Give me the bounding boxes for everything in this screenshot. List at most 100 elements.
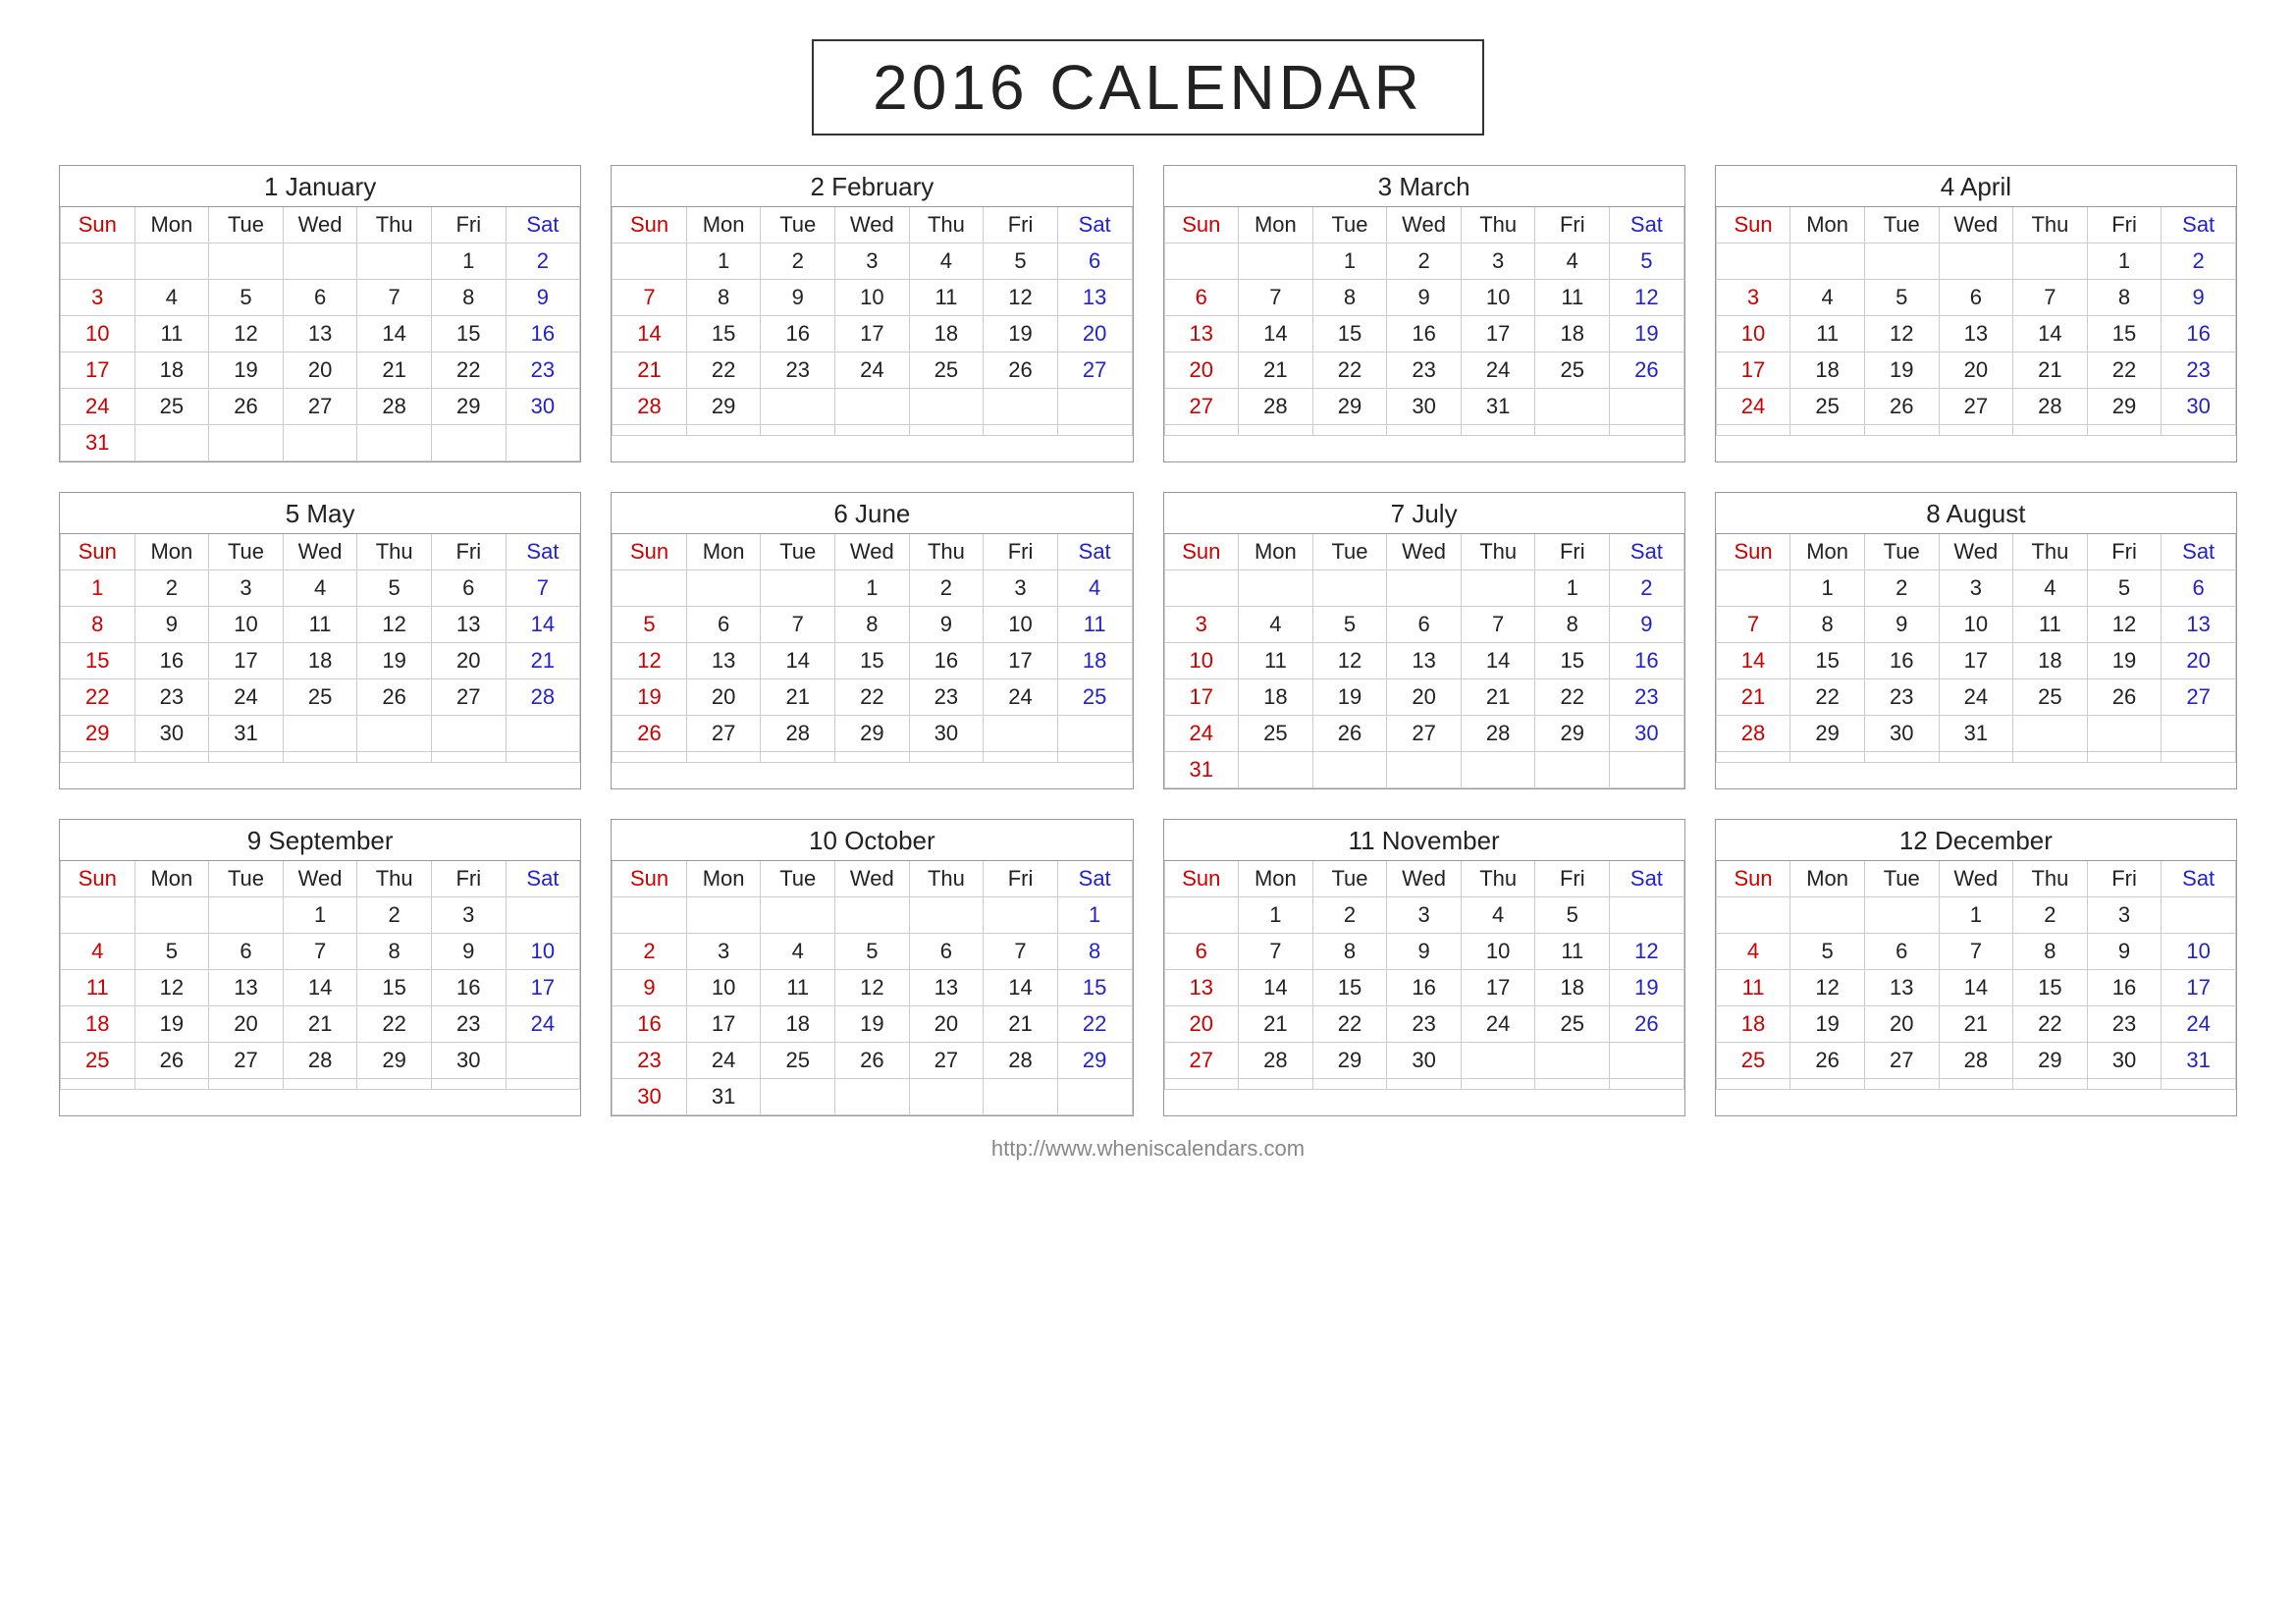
day-cell xyxy=(1164,425,1239,436)
day-cell: 22 xyxy=(686,352,761,389)
day-cell: 3 xyxy=(1164,607,1239,643)
day-cell: 27 xyxy=(2162,679,2236,716)
month-table-7: SunMonTueWedThuFriSat1234567891011121314… xyxy=(1164,534,1684,788)
header-wed-month-8: Wed xyxy=(1939,534,2013,570)
day-cell xyxy=(357,244,432,280)
day-cell: 21 xyxy=(357,352,432,389)
header-mon-month-5: Mon xyxy=(134,534,209,570)
month-3: 3 MarchSunMonTueWedThuFriSat123456789101… xyxy=(1163,165,1685,462)
day-cell xyxy=(1164,897,1239,934)
day-cell: 16 xyxy=(1864,643,1939,679)
day-cell: 17 xyxy=(209,643,284,679)
month-table-11: SunMonTueWedThuFriSat1234567891011121314… xyxy=(1164,861,1684,1090)
header-sat-month-7: Sat xyxy=(1610,534,1684,570)
day-cell xyxy=(909,752,984,763)
month-table-12: SunMonTueWedThuFriSat1234567891011121314… xyxy=(1716,861,2236,1090)
day-cell: 9 xyxy=(2162,280,2236,316)
day-cell: 20 xyxy=(909,1006,984,1043)
day-cell: 12 xyxy=(1790,970,1865,1006)
header-mon-month-4: Mon xyxy=(1790,207,1865,244)
day-cell: 8 xyxy=(431,280,506,316)
day-cell xyxy=(1164,1079,1239,1090)
day-cell: 4 xyxy=(61,934,135,970)
day-cell: 8 xyxy=(2013,934,2088,970)
day-cell: 5 xyxy=(1610,244,1684,280)
day-cell: 18 xyxy=(283,643,357,679)
header-fri-month-3: Fri xyxy=(1535,207,1610,244)
day-cell: 24 xyxy=(686,1043,761,1079)
day-cell: 18 xyxy=(2013,643,2088,679)
day-cell: 19 xyxy=(835,1006,910,1043)
day-cell: 12 xyxy=(357,607,432,643)
header-wed-month-1: Wed xyxy=(283,207,357,244)
day-cell: 10 xyxy=(1461,280,1535,316)
month-8: 8 AugustSunMonTueWedThuFriSat12345678910… xyxy=(1715,492,2237,789)
day-cell: 16 xyxy=(1610,643,1684,679)
day-cell: 18 xyxy=(1535,316,1610,352)
day-cell: 3 xyxy=(1461,244,1535,280)
day-cell: 20 xyxy=(283,352,357,389)
day-cell: 1 xyxy=(431,244,506,280)
day-cell: 12 xyxy=(2087,607,2162,643)
day-cell xyxy=(1312,1079,1387,1090)
header-tue-month-7: Tue xyxy=(1312,534,1387,570)
day-cell: 20 xyxy=(1057,316,1132,352)
day-cell: 11 xyxy=(283,607,357,643)
header-mon-month-11: Mon xyxy=(1239,861,1313,897)
day-cell: 28 xyxy=(2013,389,2088,425)
day-cell xyxy=(283,752,357,763)
day-cell: 4 xyxy=(1535,244,1610,280)
day-cell: 11 xyxy=(1716,970,1790,1006)
day-cell: 2 xyxy=(1387,244,1462,280)
header-sun-month-5: Sun xyxy=(61,534,135,570)
header-thu-month-12: Thu xyxy=(2013,861,2088,897)
day-cell: 8 xyxy=(686,280,761,316)
day-cell: 13 xyxy=(1164,970,1239,1006)
day-cell xyxy=(1610,389,1684,425)
day-cell: 6 xyxy=(2162,570,2236,607)
day-cell: 19 xyxy=(1610,316,1684,352)
day-cell: 10 xyxy=(835,280,910,316)
day-cell: 26 xyxy=(1312,716,1387,752)
day-cell: 13 xyxy=(909,970,984,1006)
day-cell: 6 xyxy=(1057,244,1132,280)
day-cell: 3 xyxy=(209,570,284,607)
day-cell xyxy=(431,752,506,763)
day-cell: 5 xyxy=(357,570,432,607)
day-cell xyxy=(283,1079,357,1090)
day-cell: 29 xyxy=(1057,1043,1132,1079)
day-cell xyxy=(2162,1079,2236,1090)
header-wed-month-11: Wed xyxy=(1387,861,1462,897)
day-cell: 9 xyxy=(613,970,687,1006)
day-cell: 31 xyxy=(1164,752,1239,788)
day-cell: 18 xyxy=(134,352,209,389)
day-cell xyxy=(1535,425,1610,436)
day-cell: 29 xyxy=(1790,716,1865,752)
day-cell: 30 xyxy=(613,1079,687,1115)
day-cell: 2 xyxy=(134,570,209,607)
day-cell: 14 xyxy=(1239,316,1313,352)
header-tue-month-1: Tue xyxy=(209,207,284,244)
day-cell xyxy=(1461,570,1535,607)
day-cell xyxy=(2162,897,2236,934)
day-cell: 30 xyxy=(134,716,209,752)
day-cell: 7 xyxy=(761,607,835,643)
day-cell: 8 xyxy=(61,607,135,643)
day-cell: 20 xyxy=(431,643,506,679)
header-sat-month-9: Sat xyxy=(506,861,580,897)
day-cell: 22 xyxy=(1057,1006,1132,1043)
day-cell: 20 xyxy=(1864,1006,1939,1043)
day-cell xyxy=(61,1079,135,1090)
day-cell xyxy=(2162,752,2236,763)
day-cell: 3 xyxy=(1716,280,1790,316)
day-cell xyxy=(1864,425,1939,436)
day-cell: 5 xyxy=(1535,897,1610,934)
day-cell: 3 xyxy=(1387,897,1462,934)
month-title-3: 3 March xyxy=(1164,166,1684,207)
header-tue-month-4: Tue xyxy=(1864,207,1939,244)
day-cell xyxy=(909,1079,984,1115)
day-cell: 27 xyxy=(1939,389,2013,425)
day-cell: 28 xyxy=(283,1043,357,1079)
day-cell: 28 xyxy=(506,679,580,716)
day-cell: 1 xyxy=(1239,897,1313,934)
